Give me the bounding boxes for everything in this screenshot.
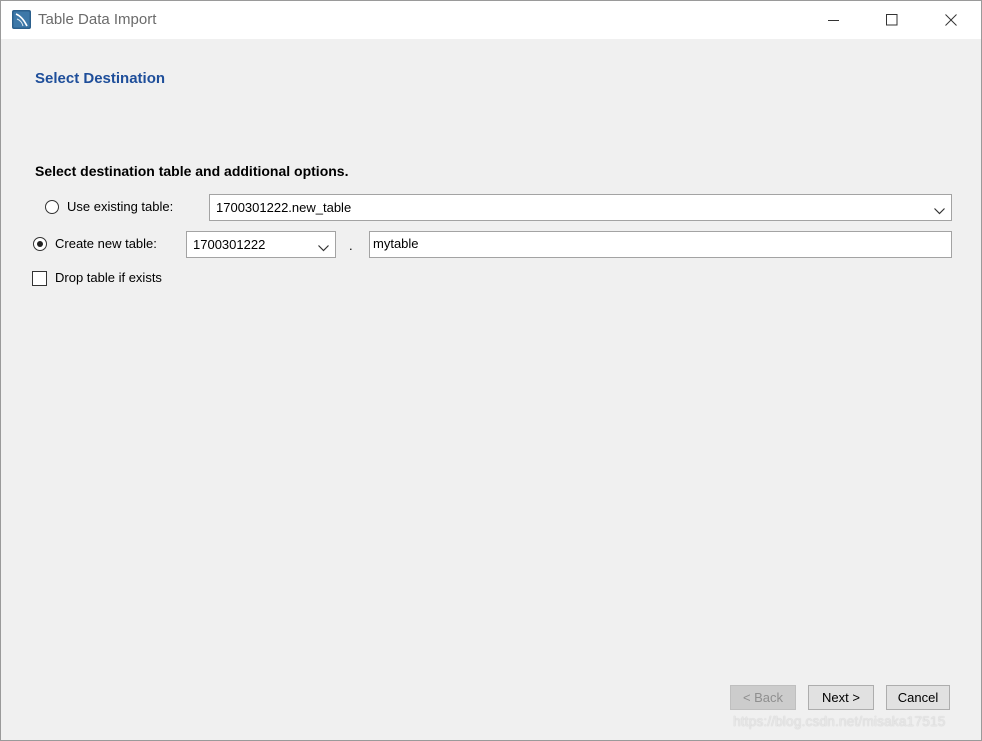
mysql-workbench-icon — [12, 10, 31, 29]
next-button[interactable]: Next > — [808, 685, 874, 710]
section-title: Select Destination — [35, 70, 166, 87]
page-subtitle: Select destination table and additional … — [35, 163, 349, 179]
chevron-down-icon — [318, 240, 329, 255]
back-button[interactable]: < Back — [730, 685, 796, 710]
maximize-button[interactable] — [863, 1, 921, 39]
close-icon — [945, 14, 957, 26]
cancel-button[interactable]: Cancel — [886, 685, 950, 710]
use-existing-table-label[interactable]: Use existing table: — [67, 199, 173, 214]
watermark-text: https://blog.csdn.net/misaka17515 — [733, 713, 946, 729]
table-name-value: mytable — [373, 236, 419, 251]
drop-table-label[interactable]: Drop table if exists — [55, 270, 162, 285]
create-new-table-radio[interactable] — [33, 237, 47, 251]
table-data-import-window: Table Data Import Select Destination Sel… — [0, 0, 982, 741]
schema-table-separator: . — [349, 238, 353, 253]
maximize-icon — [886, 14, 898, 26]
schema-select[interactable]: 1700301222 — [186, 231, 336, 258]
window-title: Table Data Import — [38, 11, 157, 28]
title-bar[interactable]: Table Data Import — [1, 1, 981, 39]
wizard-content: Select Destination Select destination ta… — [1, 39, 981, 740]
use-existing-table-radio[interactable] — [45, 200, 59, 214]
minimize-icon — [828, 14, 840, 26]
create-new-table-label[interactable]: Create new table: — [55, 236, 157, 251]
existing-table-select[interactable]: 1700301222.new_table — [209, 194, 952, 221]
chevron-down-icon — [934, 203, 945, 218]
schema-value: 1700301222 — [193, 237, 266, 252]
close-button[interactable] — [922, 1, 980, 39]
minimize-button[interactable] — [805, 1, 863, 39]
existing-table-value: 1700301222.new_table — [216, 200, 352, 215]
drop-table-checkbox[interactable] — [32, 271, 47, 286]
table-name-input[interactable]: mytable — [369, 231, 952, 258]
